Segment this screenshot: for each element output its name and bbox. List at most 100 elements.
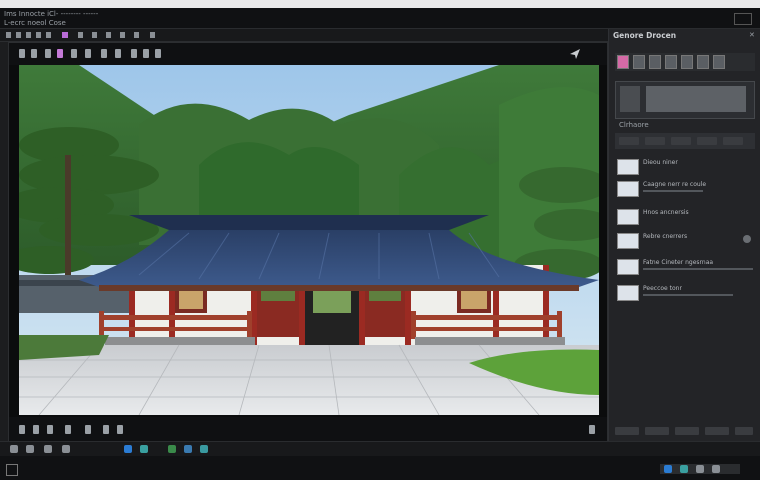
layer-divider <box>643 190 703 192</box>
zoom-icon[interactable] <box>101 49 107 58</box>
title-line-2: L-ecrc noeol Cose <box>4 19 66 27</box>
layer-divider <box>643 294 733 296</box>
menu-icon-2[interactable] <box>16 32 21 38</box>
panel-title: Genore Drocen <box>613 31 677 40</box>
thumbnail-4[interactable] <box>665 55 677 69</box>
layer-thumbnail <box>617 209 639 225</box>
status-app-icon-1[interactable] <box>124 445 132 453</box>
system-tray <box>660 464 740 474</box>
status-icon-3[interactable] <box>44 445 52 453</box>
start-icon[interactable] <box>6 464 18 476</box>
preview-image <box>646 86 746 112</box>
layer-row-5[interactable]: Fatne Cineter ngesrnaa <box>615 255 755 277</box>
menu-icon-4[interactable] <box>36 32 41 38</box>
layer-row-2[interactable]: Caagne nerr re coule <box>615 177 755 199</box>
photo-hanok-courtyard <box>19 65 599 415</box>
brush-icon[interactable] <box>45 49 51 58</box>
close-window-icon[interactable] <box>734 13 752 25</box>
status-app-icon-2[interactable] <box>140 445 148 453</box>
layer-label: Dieou niner <box>643 159 678 166</box>
shape-icon[interactable] <box>85 49 91 58</box>
bottom-tool-6-icon[interactable] <box>103 425 109 434</box>
layer-thumbnail <box>617 181 639 197</box>
text-icon[interactable] <box>71 49 77 58</box>
menu-icon-8[interactable] <box>106 32 111 38</box>
status-app-icon-3[interactable] <box>168 445 176 453</box>
right-panel: Genore Drocen ✕ Clrhaore Dieou niner Caa… <box>608 29 760 441</box>
eyedropper-icon[interactable] <box>131 49 137 58</box>
visibility-toggle-icon[interactable] <box>743 235 751 243</box>
layer-row-4[interactable]: Rebre cnerrers <box>615 229 755 251</box>
thumbnail-5[interactable] <box>681 55 693 69</box>
layer-tool-4[interactable] <box>697 137 717 145</box>
thumbnail-2[interactable] <box>633 55 645 69</box>
status-app-icon-4[interactable] <box>184 445 192 453</box>
thumbnail-strip <box>615 53 755 71</box>
status-icon-2[interactable] <box>26 445 34 453</box>
panel-footer-button-2[interactable] <box>645 427 669 435</box>
layer-label: Hnos ancnersis <box>643 209 689 216</box>
pointer-icon[interactable] <box>569 48 581 60</box>
bottom-tool-3-icon[interactable] <box>47 425 53 434</box>
tray-icon-2[interactable] <box>680 465 688 473</box>
layer-thumbnail <box>617 233 639 249</box>
rotate-icon[interactable] <box>155 49 161 58</box>
thumbnail-7[interactable] <box>713 55 725 69</box>
crop-icon[interactable] <box>31 49 37 58</box>
status-app-icon-5[interactable] <box>200 445 208 453</box>
title-line-1: Ims Innocte iCl- -------- ------ <box>4 10 99 18</box>
fit-screen-icon[interactable] <box>589 425 595 434</box>
panel-footer-button-4[interactable] <box>705 427 729 435</box>
viewer-bottom-bar <box>9 417 607 441</box>
lasso-icon[interactable] <box>143 49 149 58</box>
layer-tool-2[interactable] <box>645 137 665 145</box>
viewer-toolbar <box>9 43 607 65</box>
layer-thumbnail <box>617 259 639 275</box>
thumbnail-3[interactable] <box>649 55 661 69</box>
layer-label: Fatne Cineter ngesrnaa <box>643 259 714 266</box>
eraser-icon[interactable] <box>57 49 63 58</box>
tray-icon-1[interactable] <box>664 465 672 473</box>
layer-row-6[interactable]: Peeccoe tonr <box>615 281 755 303</box>
layer-row-1[interactable]: Dieou niner <box>615 155 755 177</box>
bottom-tool-7-icon[interactable] <box>117 425 123 434</box>
thumbnail-6[interactable] <box>697 55 709 69</box>
menu-icon-3[interactable] <box>26 32 31 38</box>
move-icon[interactable] <box>19 49 25 58</box>
panel-footer-button-1[interactable] <box>615 427 639 435</box>
bottom-tool-5-icon[interactable] <box>85 425 91 434</box>
layer-tool-1[interactable] <box>619 137 639 145</box>
menu-icon-5[interactable] <box>46 32 51 38</box>
menu-icon-7[interactable] <box>92 32 97 38</box>
status-icon-1[interactable] <box>10 445 18 453</box>
menu-icon-11[interactable] <box>150 32 155 38</box>
hand-icon[interactable] <box>115 49 121 58</box>
panel-footer-button-5[interactable] <box>735 427 753 435</box>
tray-icon-3[interactable] <box>696 465 704 473</box>
layer-tool-5[interactable] <box>723 137 743 145</box>
tray-icon-4[interactable] <box>712 465 720 473</box>
layer-toolbar <box>615 133 755 149</box>
layer-row-3[interactable]: Hnos ancnersis <box>615 205 755 227</box>
panel-footer <box>615 427 755 437</box>
thumbnail-1[interactable] <box>617 55 629 69</box>
panel-close-button[interactable]: ✕ <box>749 31 755 39</box>
image-viewer <box>8 42 608 442</box>
taskbar <box>0 456 760 480</box>
layer-divider <box>643 268 753 270</box>
color-swatch-icon[interactable] <box>62 32 68 38</box>
layer-thumbnail <box>617 285 639 301</box>
title-bar: Ims Innocte iCl- -------- ------ L-ecrc … <box>0 8 760 29</box>
status-icon-4[interactable] <box>62 445 70 453</box>
navigator-preview[interactable] <box>615 81 755 119</box>
menu-icon-6[interactable] <box>78 32 83 38</box>
bottom-tool-2-icon[interactable] <box>33 425 39 434</box>
menu-icon-1[interactable] <box>6 32 11 38</box>
menu-icon-9[interactable] <box>120 32 125 38</box>
preview-small-thumb <box>620 86 640 112</box>
bottom-tool-4-icon[interactable] <box>65 425 71 434</box>
layer-tool-3[interactable] <box>671 137 691 145</box>
menu-icon-10[interactable] <box>134 32 139 38</box>
panel-footer-button-3[interactable] <box>675 427 699 435</box>
bottom-tool-1-icon[interactable] <box>19 425 25 434</box>
